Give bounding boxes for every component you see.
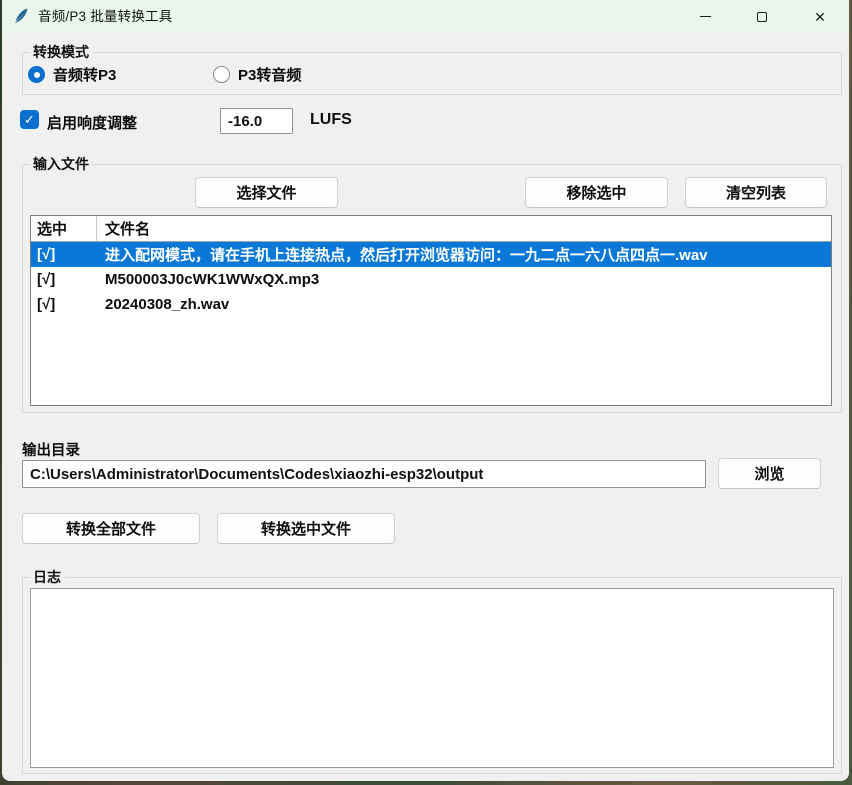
mode-group-label: 转换模式 bbox=[29, 44, 93, 61]
close-button[interactable]: ✕ bbox=[803, 0, 837, 33]
table-row[interactable]: [√] M500003J0cWK1WWxQX.mp3 bbox=[31, 267, 831, 292]
mode-groupbox: 转换模式 音频转P3 P3转音频 bbox=[22, 52, 842, 95]
app-window: 音频/P3 批量转换工具 ✕ 转换模式 音频转P3 P3转音频 ✓ 启用响度调整… bbox=[2, 0, 849, 781]
file-table: 选中 文件名 [√] 进入配网模式，请在手机上连接热点，然后打开浏览器访问：一九… bbox=[30, 215, 832, 406]
column-header-filename[interactable]: 文件名 bbox=[97, 216, 831, 241]
row-filename: M500003J0cWK1WWxQX.mp3 bbox=[97, 267, 831, 292]
table-row[interactable]: [√] 进入配网模式，请在手机上连接热点，然后打开浏览器访问：一九二点一六八点四… bbox=[31, 242, 831, 267]
checkmark-icon: ✓ bbox=[24, 113, 35, 126]
minimize-button[interactable] bbox=[688, 0, 722, 33]
lufs-input[interactable] bbox=[220, 108, 293, 134]
python-feather-icon bbox=[13, 8, 29, 24]
convert-all-button[interactable]: 转换全部文件 bbox=[22, 513, 200, 544]
column-header-checked[interactable]: 选中 bbox=[31, 216, 97, 241]
row-checked: [√] bbox=[31, 292, 97, 317]
input-files-label: 输入文件 bbox=[29, 156, 93, 173]
radio-p3-to-audio-label: P3转音频 bbox=[238, 64, 301, 85]
window-title: 音频/P3 批量转换工具 bbox=[38, 0, 172, 33]
radio-p3-to-audio[interactable]: P3转音频 bbox=[213, 64, 301, 85]
output-dir-label: 输出目录 bbox=[22, 439, 80, 460]
clear-list-button[interactable]: 清空列表 bbox=[685, 177, 827, 208]
close-icon: ✕ bbox=[814, 10, 826, 24]
output-dir-input[interactable] bbox=[22, 460, 706, 488]
row-filename: 进入配网模式，请在手机上连接热点，然后打开浏览器访问：一九二点一六八点四点一.w… bbox=[97, 242, 831, 267]
table-header: 选中 文件名 bbox=[31, 216, 831, 242]
select-files-button[interactable]: 选择文件 bbox=[195, 177, 338, 208]
lufs-unit-label: LUFS bbox=[310, 111, 352, 129]
radio-unselected-icon bbox=[213, 66, 230, 83]
maximize-icon bbox=[757, 12, 767, 22]
convert-selected-button[interactable]: 转换选中文件 bbox=[217, 513, 395, 544]
minimize-icon bbox=[700, 16, 711, 18]
row-checked: [√] bbox=[31, 242, 97, 267]
table-row[interactable]: [√] 20240308_zh.wav bbox=[31, 292, 831, 317]
row-checked: [√] bbox=[31, 267, 97, 292]
radio-audio-to-p3[interactable]: 音频转P3 bbox=[28, 64, 116, 85]
title-bar[interactable]: 音频/P3 批量转换工具 ✕ bbox=[2, 0, 849, 33]
desktop: { "window": { "title": "音频/P3 批量转换工具", "… bbox=[0, 0, 852, 785]
log-textarea[interactable] bbox=[30, 588, 834, 768]
radio-selected-icon bbox=[28, 66, 45, 83]
row-filename: 20240308_zh.wav bbox=[97, 292, 831, 317]
remove-selected-button[interactable]: 移除选中 bbox=[525, 177, 668, 208]
loudness-checkbox-label: 启用响度调整 bbox=[47, 112, 137, 133]
browse-button[interactable]: 浏览 bbox=[718, 458, 821, 489]
log-label: 日志 bbox=[29, 569, 65, 586]
maximize-button[interactable] bbox=[745, 0, 779, 33]
loudness-checkbox[interactable]: ✓ bbox=[20, 110, 39, 129]
radio-audio-to-p3-label: 音频转P3 bbox=[53, 64, 116, 85]
